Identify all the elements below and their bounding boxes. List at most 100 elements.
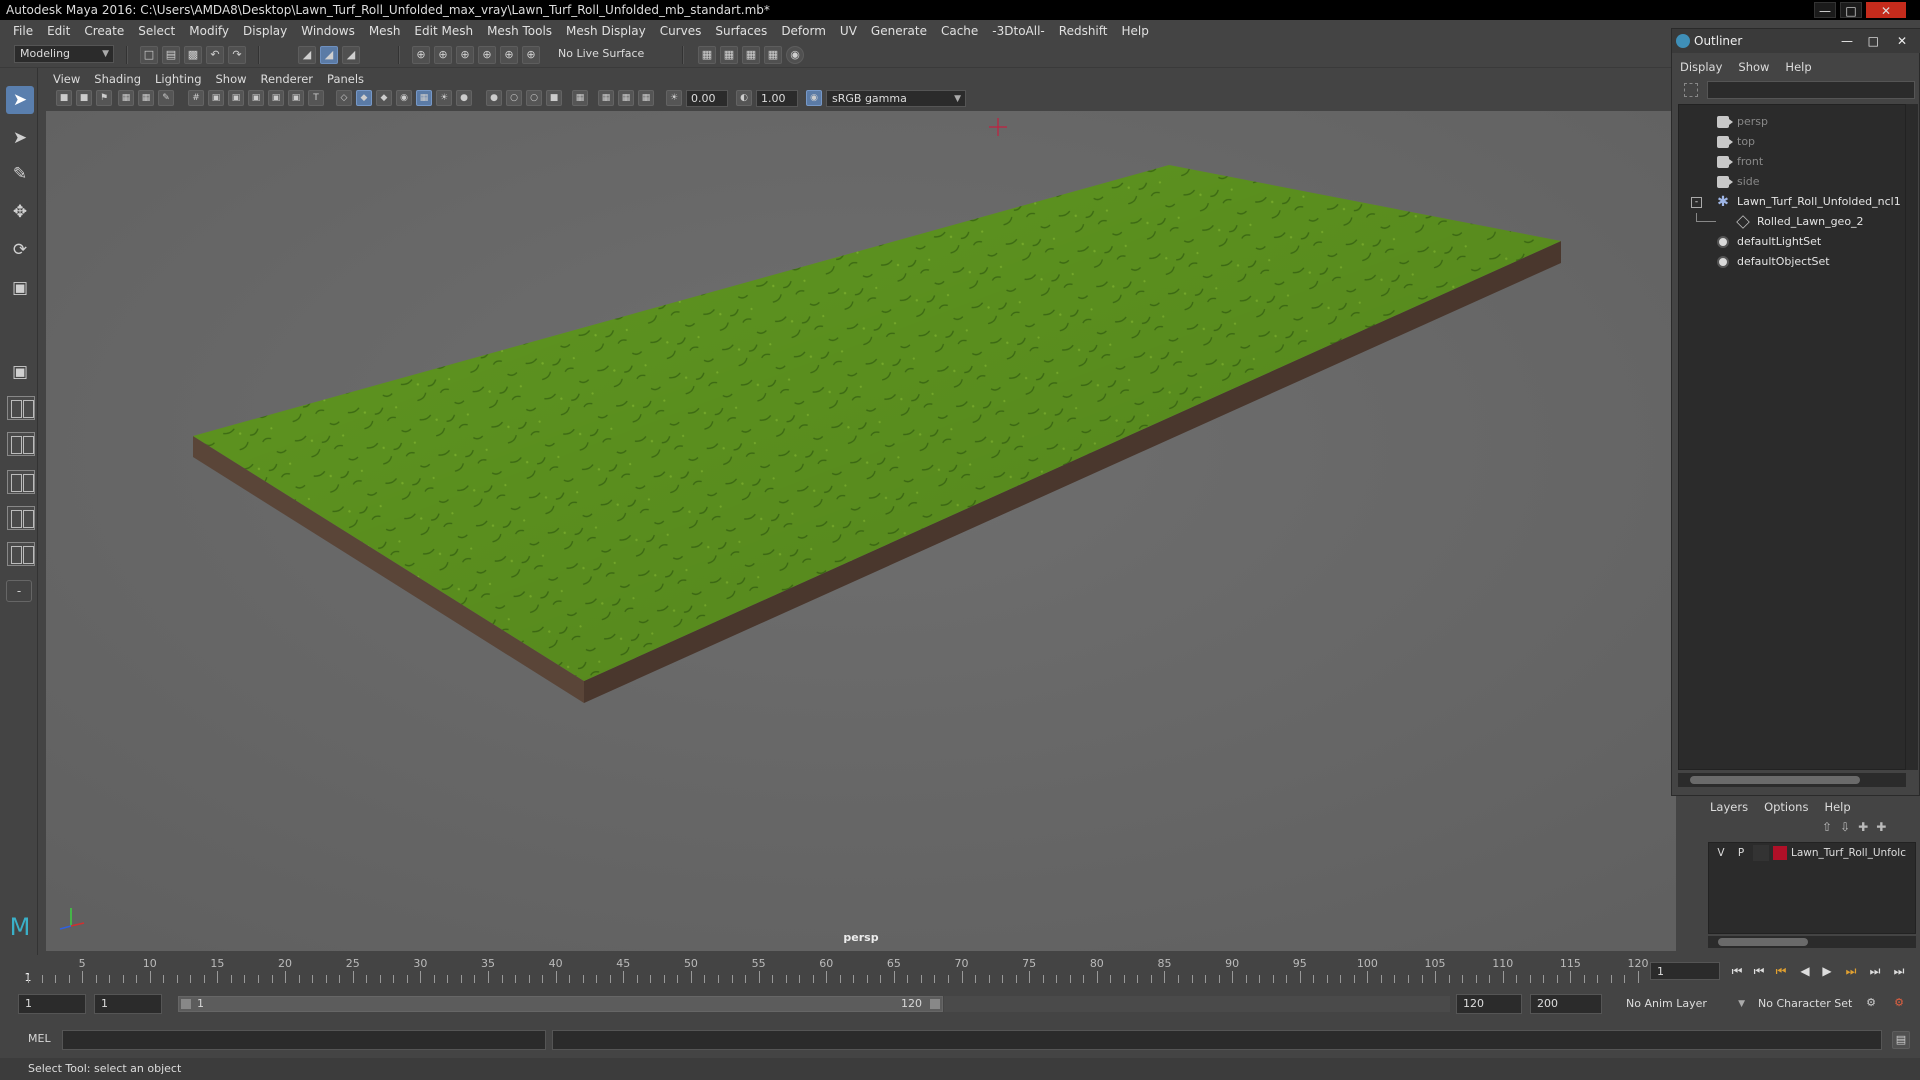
lasso-tool-icon[interactable]: ➤ [6,124,34,152]
menu-display[interactable]: Display [236,24,294,38]
menu-select[interactable]: Select [131,24,182,38]
live-surface-field[interactable]: No Live Surface [552,45,658,63]
wireframe-icon[interactable]: ◇ [336,90,352,106]
anim-layer-dropdown[interactable]: No Anim Layer ▼ [1620,995,1750,1013]
animation-preferences-icon[interactable]: ⚙ [1890,994,1908,1012]
resolution-gate-icon[interactable]: ▣ [228,90,244,106]
shadows-icon[interactable]: ● [456,90,472,106]
snap-grid-icon[interactable]: ⊕ [412,46,430,64]
move-tool-icon[interactable]: ✥ [6,198,34,226]
menu-surfaces[interactable]: Surfaces [708,24,774,38]
menu-modify[interactable]: Modify [182,24,236,38]
gamma-icon[interactable]: ◐ [736,90,752,106]
depth-of-field-icon[interactable]: ■ [546,90,562,106]
grid-icon[interactable]: # [188,90,204,106]
exposure-field[interactable]: 0.00 [686,90,728,107]
panel-menu-renderer[interactable]: Renderer [254,72,321,86]
camera-lock-icon[interactable]: ■ [76,90,92,106]
snap-point-icon[interactable]: ⊕ [456,46,474,64]
use-all-lights-icon[interactable]: ☀ [436,90,452,106]
step-back-key-icon[interactable]: ⏮ [1772,963,1790,979]
panel-menu-view[interactable]: View [46,72,87,86]
layer-menu-options[interactable]: Options [1756,798,1816,816]
camera-select-icon[interactable]: ■ [56,90,72,106]
gate-mask-icon[interactable]: ▣ [248,90,264,106]
menu-mesh[interactable]: Mesh [362,24,408,38]
image-plane-icon[interactable]: ▦ [118,90,134,106]
menu-file[interactable]: File [6,24,40,38]
gamma-field[interactable]: 1.00 [756,90,798,107]
outliner-horizontal-scrollbar[interactable] [1678,773,1906,787]
outliner-item[interactable]: side [1679,173,1907,191]
command-input[interactable] [62,1030,546,1050]
four-view-layout-icon[interactable] [7,396,35,420]
rotate-tool-icon[interactable]: ⟳ [6,236,34,264]
new-layer-selected-icon[interactable]: ✚ [1876,820,1886,834]
exposure-icon[interactable]: ☀ [666,90,682,106]
safe-title-icon[interactable]: T [308,90,324,106]
film-gate-icon[interactable]: ▣ [208,90,224,106]
textured-icon[interactable]: ▦ [416,90,432,106]
menu-windows[interactable]: Windows [294,24,362,38]
play-backwards-icon[interactable]: ◀ [1796,963,1814,979]
step-back-frame-icon[interactable]: ⏮ [1750,963,1768,979]
new-scene-icon[interactable]: □ [140,46,158,64]
wireframe-on-shaded-icon[interactable]: ◆ [376,90,392,106]
layer-playback-toggle[interactable]: P [1733,845,1749,861]
color-management-icon[interactable]: ◉ [806,90,822,106]
outliner-menu-help[interactable]: Help [1777,57,1819,77]
ipr-render-icon[interactable]: ▦ [742,46,760,64]
snap-curve-icon[interactable]: ⊕ [434,46,452,64]
menu-mesh-tools[interactable]: Mesh Tools [480,24,559,38]
layer-menu-help[interactable]: Help [1816,798,1858,816]
menu-deform[interactable]: Deform [774,24,833,38]
scrollbar-thumb[interactable] [1718,938,1808,946]
snap-surface-icon[interactable]: ⊕ [500,46,518,64]
collapse-toggle-icon[interactable]: - [1691,197,1702,208]
safe-action-icon[interactable]: ▣ [288,90,304,106]
outliner-item[interactable]: defaultLightSet [1679,233,1907,251]
script-editor-icon[interactable]: ▤ [1892,1031,1910,1049]
render-settings-icon[interactable]: ▦ [698,46,716,64]
outliner-layout-icon[interactable] [7,470,35,494]
current-frame-field[interactable]: 1 [1650,962,1720,980]
menu-uv[interactable]: UV [833,24,864,38]
open-scene-icon[interactable]: ▤ [162,46,180,64]
screen-space-ao-icon[interactable]: ● [486,90,502,106]
move-layer-down-icon[interactable]: ⇩ [1840,820,1850,834]
select-object-icon[interactable]: ◢ [320,46,338,64]
redo-icon[interactable]: ↷ [228,46,246,64]
select-tool-icon[interactable]: ➤ [6,86,34,114]
grease-pencil-icon[interactable]: ✎ [158,90,174,106]
close-button[interactable]: ✕ [1897,29,1907,53]
workspace-dropdown[interactable]: Modeling ▼ [14,45,114,63]
time-slider[interactable]: 1510152025303540455055606570758085909510… [24,955,1664,985]
outliner-menu-show[interactable]: Show [1730,57,1777,77]
move-layer-up-icon[interactable]: ⇧ [1822,820,1832,834]
camera-attributes-icon[interactable]: ▦ [138,90,154,106]
maximize-button[interactable]: □ [1868,29,1879,53]
panel-menu-shading[interactable]: Shading [87,72,148,86]
hypershade-icon[interactable]: ▦ [764,46,782,64]
snap-view-icon[interactable]: ⊕ [478,46,496,64]
outliner-vertical-scrollbar[interactable] [1906,104,1918,770]
maximize-button[interactable]: □ [1840,2,1862,18]
graph-layout-icon[interactable] [7,506,35,530]
multisample-aa-icon[interactable]: ○ [526,90,542,106]
hypershade-layout-icon[interactable] [7,542,35,566]
outliner-menu-display[interactable]: Display [1672,57,1730,77]
step-forward-key-icon[interactable]: ⏭ [1842,963,1860,979]
outliner-search-input[interactable] [1707,81,1915,99]
filter-icon[interactable] [1684,83,1698,97]
layer-color-swatch[interactable] [1773,846,1787,860]
field-chart-icon[interactable]: ▣ [268,90,284,106]
scale-tool-icon[interactable]: ▣ [6,274,34,302]
go-to-start-icon[interactable]: ⏮ [1728,963,1746,979]
play-forwards-icon[interactable]: ▶ [1818,963,1836,979]
collapse-icon[interactable]: - [6,580,32,602]
isolate-select-icon[interactable]: ▦ [572,90,588,106]
command-mode-label[interactable]: MEL [28,1032,51,1045]
perspective-viewport[interactable]: persp [46,111,1676,951]
menu-cache[interactable]: Cache [934,24,985,38]
auto-keyframe-icon[interactable]: ⚙ [1862,994,1880,1012]
